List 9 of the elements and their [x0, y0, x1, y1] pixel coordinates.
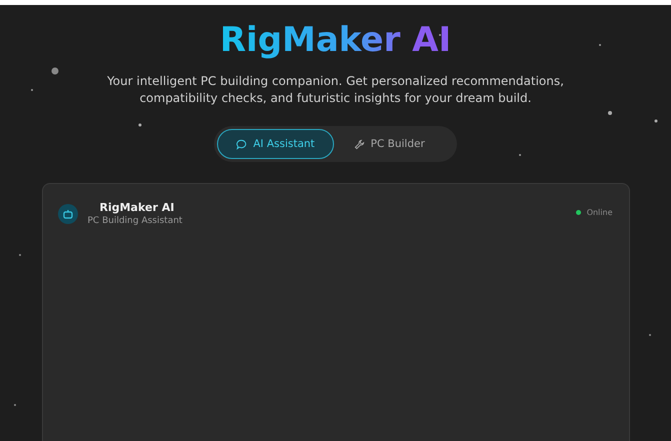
chat-icon [236, 138, 248, 150]
tagline: Your intelligent PC building companion. Get personalized recommendations, compatibility checks, and futuristic insights for your dream build. [106, 73, 565, 107]
tab[interactable]: AI Assistant [217, 129, 334, 159]
wrench-icon [354, 138, 365, 150]
bot-icon [58, 204, 78, 224]
status-label: Online [586, 208, 612, 217]
assistant-name: RigMaker AI [100, 201, 176, 214]
tab[interactable]: PC Builder [340, 129, 439, 159]
assistant-role: PC Building Assistant [88, 216, 182, 226]
